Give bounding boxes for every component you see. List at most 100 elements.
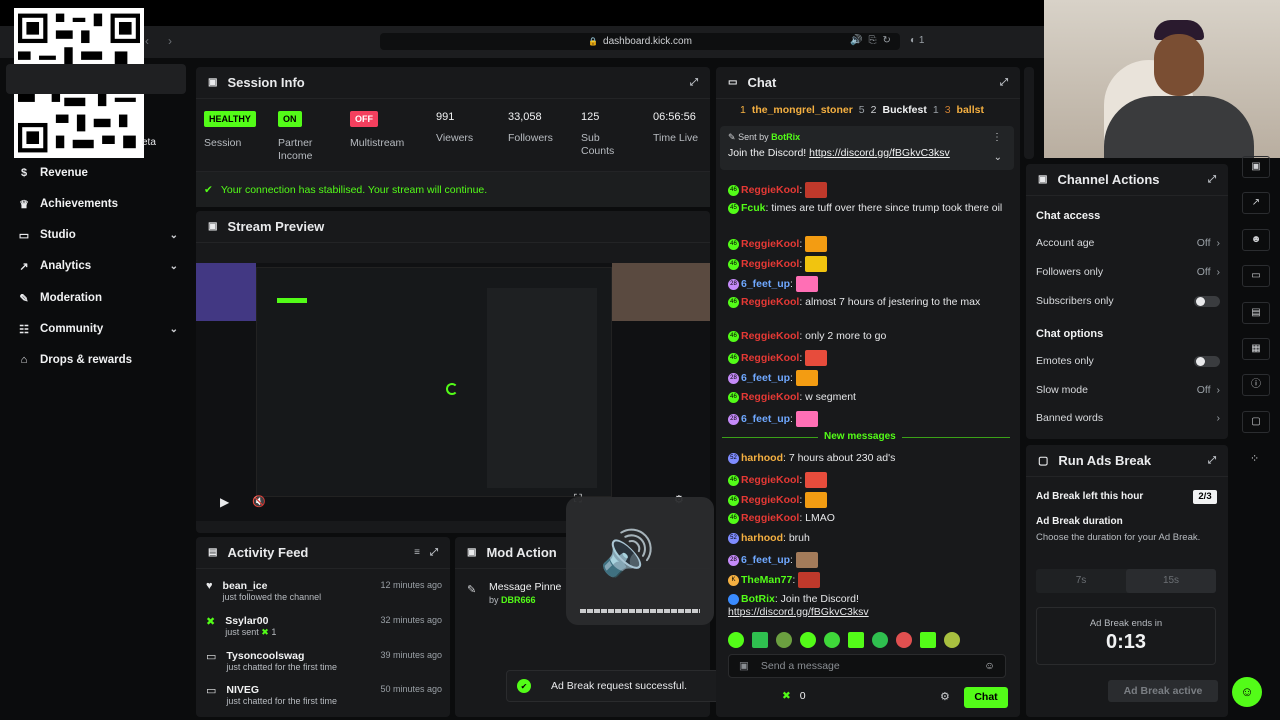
chat-username[interactable]: ReggieKool: [741, 184, 799, 196]
chat-message[interactable]: 45 Fcuk: times are tuff over there since …: [728, 202, 1008, 215]
expand-icon[interactable]: ⤢: [1208, 174, 1216, 185]
sidebar-item-studio[interactable]: ▭ Studio ⌄: [18, 225, 178, 245]
back-arrow-icon[interactable]: ‹: [145, 34, 149, 48]
chat-username[interactable]: BotRix: [741, 593, 775, 605]
chat-message[interactable]: 46 ReggieKool: w segment: [728, 391, 1008, 404]
chat-settings-icon[interactable]: ⚙: [940, 690, 950, 703]
chat-message[interactable]: K TheMan77:: [728, 572, 1008, 588]
expand-icon[interactable]: ⤢: [430, 547, 438, 558]
duration-option-15s[interactable]: 15s: [1126, 569, 1216, 593]
rail-stream-icon[interactable]: ▣: [1242, 156, 1270, 178]
chat-message[interactable]: 46 ReggieKool:: [728, 472, 1008, 488]
expand-icon[interactable]: ⤢: [1000, 77, 1008, 88]
rail-chat-icon[interactable]: ▭: [1242, 265, 1270, 287]
chat-message[interactable]: 46 ReggieKool:: [728, 182, 1008, 198]
chat-message[interactable]: 28 6_feet_up:: [728, 552, 1008, 568]
rail-analytics-icon[interactable]: ↗: [1242, 192, 1270, 214]
emote-icon[interactable]: [752, 632, 768, 648]
emote-icon[interactable]: [896, 632, 912, 648]
chat-message[interactable]: 28 6_feet_up:: [728, 370, 1008, 386]
chat-username[interactable]: ReggieKool: [741, 391, 799, 403]
more-icon[interactable]: ⋮: [992, 132, 1002, 143]
chat-username[interactable]: ReggieKool: [741, 352, 799, 364]
banned-words-row[interactable]: Banned words ›: [1036, 412, 1220, 424]
emote-icon[interactable]: [728, 632, 744, 648]
sidebar-active-item[interactable]: [6, 64, 186, 94]
subscribers-only-toggle[interactable]: [1194, 295, 1220, 307]
sidebar-item-analytics[interactable]: ↗ Analytics ⌄: [18, 256, 178, 276]
chat-username[interactable]: ReggieKool: [741, 238, 799, 250]
emote-icon[interactable]: [848, 632, 864, 648]
emotes-only-toggle[interactable]: [1194, 355, 1220, 367]
chat-username[interactable]: ReggieKool: [741, 330, 799, 342]
chat-message[interactable]: 46 ReggieKool:: [728, 350, 1008, 366]
chat-username[interactable]: harhood: [741, 532, 783, 544]
chat-send-button[interactable]: Chat: [964, 687, 1008, 708]
sidebar-item-revenue[interactable]: $ Revenue: [18, 163, 178, 183]
ad-break-active-button[interactable]: Ad Break active: [1108, 680, 1218, 702]
points[interactable]: ✖ 0: [782, 690, 806, 702]
pinned-link[interactable]: https://discord.gg/fBGkvC3ksv: [809, 147, 950, 159]
sidebar-item-moderation[interactable]: ✎ Moderation: [18, 288, 178, 308]
expand-icon[interactable]: ⤢: [690, 77, 698, 88]
chat-username[interactable]: 6_feet_up: [741, 554, 790, 566]
chevron-down-icon[interactable]: ⌄: [994, 152, 1002, 163]
url-bar[interactable]: 🔒 dashboard.kick.com: [380, 33, 900, 50]
chat-message[interactable]: 46 ReggieKool: only 2 more to go: [728, 330, 1008, 343]
chat-username[interactable]: harhood: [741, 452, 783, 464]
expand-icon[interactable]: ⤢: [1208, 455, 1216, 466]
emote-icon[interactable]: [872, 632, 888, 648]
sidebar-item-achievements[interactable]: ♛ Achievements: [18, 194, 178, 214]
chat-username[interactable]: 6_feet_up: [741, 372, 790, 384]
chat-message[interactable]: 46 ReggieKool:: [728, 492, 1008, 508]
chat-message[interactable]: 28 6_feet_up:: [728, 276, 1008, 292]
mute-icon[interactable]: 🔇: [252, 495, 266, 508]
chat-username[interactable]: 6_feet_up: [741, 413, 790, 425]
emote-icon[interactable]: [800, 632, 816, 648]
help-chat-icon[interactable]: ☺: [1232, 677, 1262, 707]
followers-only-row[interactable]: Followers only Off ›: [1036, 266, 1220, 278]
chat-message[interactable]: 46 ReggieKool:: [728, 256, 1008, 272]
chat-link[interactable]: https://discord.gg/fBGkvC3ksv: [728, 606, 1008, 619]
speaker-icon[interactable]: 🔊: [850, 35, 862, 46]
chat-message[interactable]: 52 harhood: bruh: [728, 532, 1008, 545]
chat-username[interactable]: ReggieKool: [741, 296, 799, 308]
account-age-row[interactable]: Account age Off ›: [1036, 237, 1220, 249]
pinned-message[interactable]: ✎ Sent by BotRix Join the Discord! https…: [720, 126, 1014, 170]
chat-input[interactable]: ▣ Send a message ☺: [728, 654, 1006, 678]
chat-message[interactable]: BotRix: Join the Discord! https://discord…: [728, 593, 1008, 619]
chat-username[interactable]: ReggieKool: [741, 494, 799, 506]
chat-username[interactable]: TheMan77: [741, 574, 792, 586]
chat-message[interactable]: 46 ReggieKool: LMAO: [728, 512, 1008, 525]
chat-message[interactable]: 52 harhood: 7 hours about 230 ad's: [728, 452, 1008, 465]
rail-users-icon[interactable]: ☻: [1242, 229, 1270, 251]
tab-count[interactable]: ◐ 1: [910, 35, 924, 46]
emote-icon[interactable]: [944, 632, 960, 648]
chat-username[interactable]: ReggieKool: [741, 474, 799, 486]
chat-username[interactable]: Fcuk: [741, 202, 766, 214]
rail-store-icon[interactable]: ▦: [1242, 338, 1270, 360]
slow-mode-row[interactable]: Slow mode Off ›: [1036, 384, 1220, 396]
video-player[interactable]: ▶ 🔇 ⛶ ⚙: [196, 263, 710, 521]
duration-option-7s[interactable]: 7s: [1036, 569, 1126, 593]
chat-message[interactable]: 28 6_feet_up:: [728, 411, 1008, 427]
chat-username[interactable]: 6_feet_up: [741, 278, 790, 290]
chat-message[interactable]: 46 ReggieKool: almost 7 hours of jesterin…: [728, 296, 1008, 309]
play-icon[interactable]: ▶: [220, 495, 229, 509]
sidebar-item-community[interactable]: ☷ Community ⌄: [18, 319, 178, 339]
sidebar-item-drops[interactable]: ⌂ Drops & rewards: [18, 350, 178, 370]
emoji-icon[interactable]: ☺: [984, 660, 995, 672]
chat-username[interactable]: ReggieKool: [741, 512, 799, 524]
emote-icon[interactable]: [824, 632, 840, 648]
filter-icon[interactable]: ≡: [414, 547, 420, 558]
translate-icon[interactable]: ⎘: [868, 35, 876, 46]
chat-username[interactable]: ReggieKool: [741, 258, 799, 270]
emote-icon[interactable]: [920, 632, 936, 648]
rail-more-icon[interactable]: ⁘: [1250, 452, 1259, 465]
emote-icon[interactable]: [776, 632, 792, 648]
rail-video-icon[interactable]: ▤: [1242, 302, 1270, 324]
rail-window-icon[interactable]: ▢: [1242, 411, 1270, 433]
chat-message[interactable]: 46 ReggieKool:: [728, 236, 1008, 252]
reload-icon[interactable]: ↻: [882, 35, 890, 46]
forward-arrow-icon[interactable]: ›: [168, 34, 172, 48]
